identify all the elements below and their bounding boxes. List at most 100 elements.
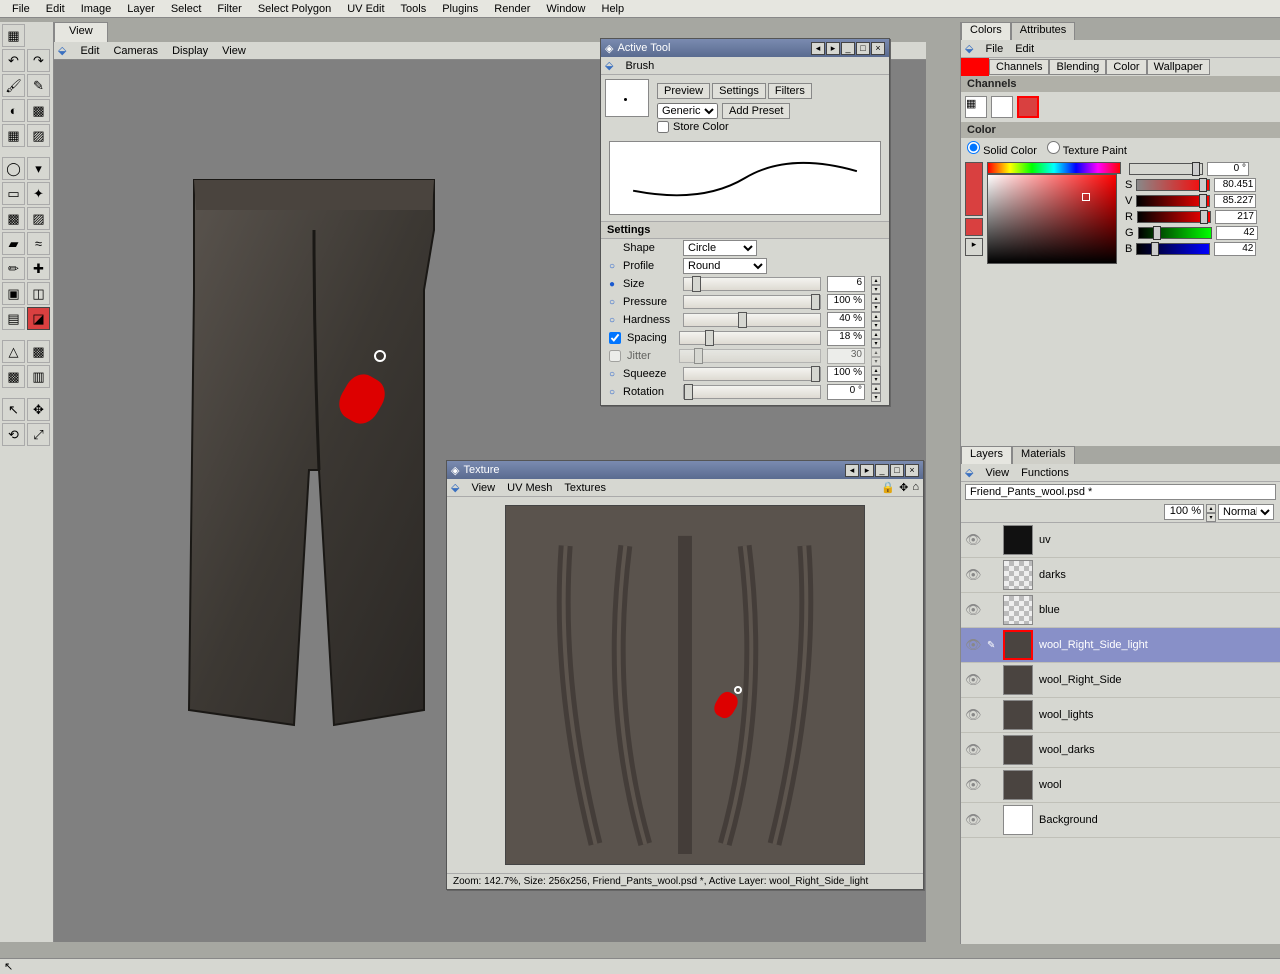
tool-checker-icon[interactable]: ▩: [27, 99, 50, 122]
spacing-value[interactable]: 18 %: [827, 330, 865, 346]
tool-pencil-icon[interactable]: ✏: [2, 257, 25, 280]
move-icon[interactable]: ✥: [899, 481, 908, 494]
blend-mode-select[interactable]: Normal: [1218, 504, 1274, 520]
rotation-value[interactable]: 0 °: [827, 384, 865, 400]
dock-right-icon[interactable]: ▸: [860, 464, 874, 477]
tool-color-icon[interactable]: ◪: [27, 307, 50, 330]
menu-select-polygon[interactable]: Select Polygon: [250, 1, 339, 17]
pin-icon[interactable]: ⬙: [965, 42, 973, 55]
texture-menubar[interactable]: ⬙ View UV Mesh Textures 🔒 ✥ ⌂: [447, 479, 923, 497]
view-tab[interactable]: View: [54, 22, 108, 42]
pressure-value[interactable]: 100 %: [827, 294, 865, 310]
layer-item[interactable]: 👁wool_darks: [961, 733, 1280, 768]
tex-menu-textures[interactable]: Textures: [564, 482, 606, 494]
size-slider[interactable]: [683, 277, 821, 291]
rotation-spinner[interactable]: ▴▾: [871, 384, 881, 400]
spacing-slider[interactable]: [679, 331, 821, 345]
g-value[interactable]: 42: [1216, 226, 1258, 240]
view-menu-view[interactable]: View: [222, 45, 246, 57]
eye-icon[interactable]: 👁: [965, 777, 981, 793]
layer-item[interactable]: 👁Background: [961, 803, 1280, 838]
maximize-icon[interactable]: □: [890, 464, 904, 477]
tool-redo-icon[interactable]: ↷: [27, 49, 50, 72]
eye-icon[interactable]: 👁: [965, 812, 981, 828]
layer-item[interactable]: 👁✎wool_Right_Side_light: [961, 628, 1280, 663]
colors-menubar[interactable]: ⬙ File Edit: [961, 40, 1280, 58]
pin-icon[interactable]: ⬙: [451, 481, 459, 494]
tex-menu-view[interactable]: View: [471, 482, 495, 494]
pin-icon[interactable]: ⬙: [965, 466, 973, 479]
shape-select[interactable]: Circle: [683, 240, 757, 256]
tool-eraser-icon[interactable]: ▰: [2, 232, 25, 255]
h-value[interactable]: 0 °: [1207, 162, 1249, 176]
menu-filter[interactable]: Filter: [209, 1, 249, 17]
tab-preview[interactable]: Preview: [657, 83, 710, 99]
texture-paint-radio[interactable]: Texture Paint: [1047, 141, 1127, 157]
tool-lasso-icon[interactable]: ◯: [2, 157, 25, 180]
r-value[interactable]: 217: [1215, 210, 1257, 224]
tool-check1-icon[interactable]: ▩: [2, 207, 25, 230]
preset-select[interactable]: Generic: [657, 103, 718, 119]
menu-tools[interactable]: Tools: [393, 1, 435, 17]
layer-item[interactable]: 👁blue: [961, 593, 1280, 628]
layers-menu-functions[interactable]: Functions: [1021, 467, 1069, 479]
g-slider[interactable]: [1138, 227, 1212, 239]
foreground-swatch[interactable]: [965, 162, 983, 216]
tex-menu-uvmesh[interactable]: UV Mesh: [507, 482, 552, 494]
r-slider[interactable]: [1137, 211, 1211, 223]
tool-move-icon[interactable]: ✥: [27, 398, 50, 421]
active-tool-titlebar[interactable]: ◈ Active Tool ◂ ▸ _ □ ×: [601, 39, 889, 57]
hardness-value[interactable]: 40 %: [827, 312, 865, 328]
dock-left-icon[interactable]: ◂: [845, 464, 859, 477]
sv-picker[interactable]: [987, 174, 1117, 264]
layers-filename[interactable]: [965, 484, 1276, 500]
close-icon[interactable]: ×: [871, 42, 885, 55]
squeeze-value[interactable]: 100 %: [827, 366, 865, 382]
maximize-icon[interactable]: □: [856, 42, 870, 55]
colors-menu-edit[interactable]: Edit: [1015, 43, 1034, 55]
tool-smudge-icon[interactable]: ≈: [27, 232, 50, 255]
jitter-checkbox[interactable]: [609, 350, 621, 362]
tab-channels[interactable]: Channels: [989, 59, 1049, 75]
store-color-checkbox[interactable]: [657, 121, 669, 133]
view-menu-cameras[interactable]: Cameras: [113, 45, 158, 57]
layer-item[interactable]: 👁wool: [961, 768, 1280, 803]
hardness-spinner[interactable]: ▴▾: [871, 312, 881, 328]
tool-layer-icon[interactable]: ▤: [2, 307, 25, 330]
v-value[interactable]: 85.227: [1214, 194, 1256, 208]
minimize-icon[interactable]: _: [841, 42, 855, 55]
dock-left-icon[interactable]: ◂: [811, 42, 825, 55]
s-value[interactable]: 80.451: [1214, 178, 1256, 192]
texture-canvas[interactable]: [505, 505, 865, 865]
main-menubar[interactable]: File Edit Image Layer Select Filter Sele…: [0, 0, 1280, 18]
menu-layer[interactable]: Layer: [119, 1, 163, 17]
v-slider[interactable]: [1136, 195, 1210, 207]
tool-undo-icon[interactable]: ↶: [2, 49, 25, 72]
tool-grid-icon[interactable]: ▦: [2, 124, 25, 147]
texture-titlebar[interactable]: ◈ Texture ◂ ▸ _ □ ×: [447, 461, 923, 479]
menu-image[interactable]: Image: [73, 1, 120, 17]
spacing-checkbox[interactable]: [609, 332, 621, 344]
menu-plugins[interactable]: Plugins: [434, 1, 486, 17]
layers-menu-view[interactable]: View: [985, 467, 1009, 479]
colors-menu-file[interactable]: File: [985, 43, 1003, 55]
add-preset-button[interactable]: Add Preset: [722, 103, 790, 119]
swap-swatch-icon[interactable]: ▸: [965, 238, 983, 256]
eye-icon[interactable]: 👁: [965, 567, 981, 583]
channel-thumb-alpha[interactable]: [991, 96, 1013, 118]
tool-split-icon[interactable]: ▩: [27, 340, 50, 363]
menu-window[interactable]: Window: [538, 1, 593, 17]
layer-opacity[interactable]: 100 %: [1164, 504, 1204, 520]
tool-pointer-icon[interactable]: ↖: [2, 398, 25, 421]
eye-icon[interactable]: 👁: [965, 602, 981, 618]
layer-item[interactable]: 👁wool_Right_Side: [961, 663, 1280, 698]
size-value[interactable]: 6: [827, 276, 865, 292]
tab-colors[interactable]: Colors: [961, 22, 1011, 40]
layers-menubar[interactable]: ⬙ View Functions: [961, 464, 1280, 482]
pin-icon[interactable]: ⬙: [58, 44, 66, 57]
layer-item[interactable]: 👁wool_lights: [961, 698, 1280, 733]
eye-icon[interactable]: 👁: [965, 742, 981, 758]
tool-brush-icon[interactable]: 🖌: [2, 74, 25, 97]
link-icon[interactable]: ○: [609, 297, 617, 308]
tool-marquee-icon[interactable]: ▭: [2, 182, 25, 205]
